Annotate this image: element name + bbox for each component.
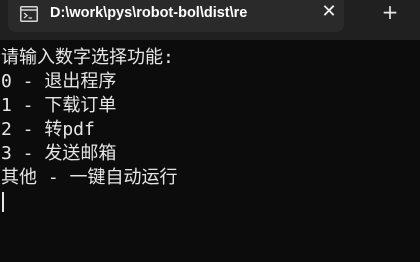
terminal-line-option-2: 2 - 转pdf (1, 119, 95, 140)
terminal-line-prompt: 请输入数字选择功能: (1, 47, 174, 68)
terminal-line-option-0: 0 - 退出程序 (1, 71, 117, 92)
close-icon[interactable]: ✕ (318, 0, 340, 24)
terminal-icon (20, 6, 38, 22)
terminal-line-option-1: 1 - 下载订单 (1, 95, 117, 116)
tab-bar: D:\work\pys\robot-bol\dist\re ✕ + (0, 0, 420, 40)
tab-title: D:\work\pys\robot-bol\dist\re (50, 5, 248, 21)
new-tab-button[interactable]: + (372, 0, 408, 24)
text-cursor (2, 192, 4, 212)
terminal-output[interactable]: 请输入数字选择功能: 0 - 退出程序 1 - 下载订单 2 - 转pdf 3 … (0, 46, 420, 262)
terminal-line-option-other: 其他 - 一键自动运行 (1, 167, 178, 188)
terminal-window: D:\work\pys\robot-bol\dist\re ✕ + 请输入数字选… (0, 0, 420, 262)
terminal-input-line[interactable] (1, 190, 420, 214)
terminal-line-option-3: 3 - 发送邮箱 (1, 143, 117, 164)
tab-active[interactable]: D:\work\pys\robot-bol\dist\re ✕ (8, 0, 344, 32)
